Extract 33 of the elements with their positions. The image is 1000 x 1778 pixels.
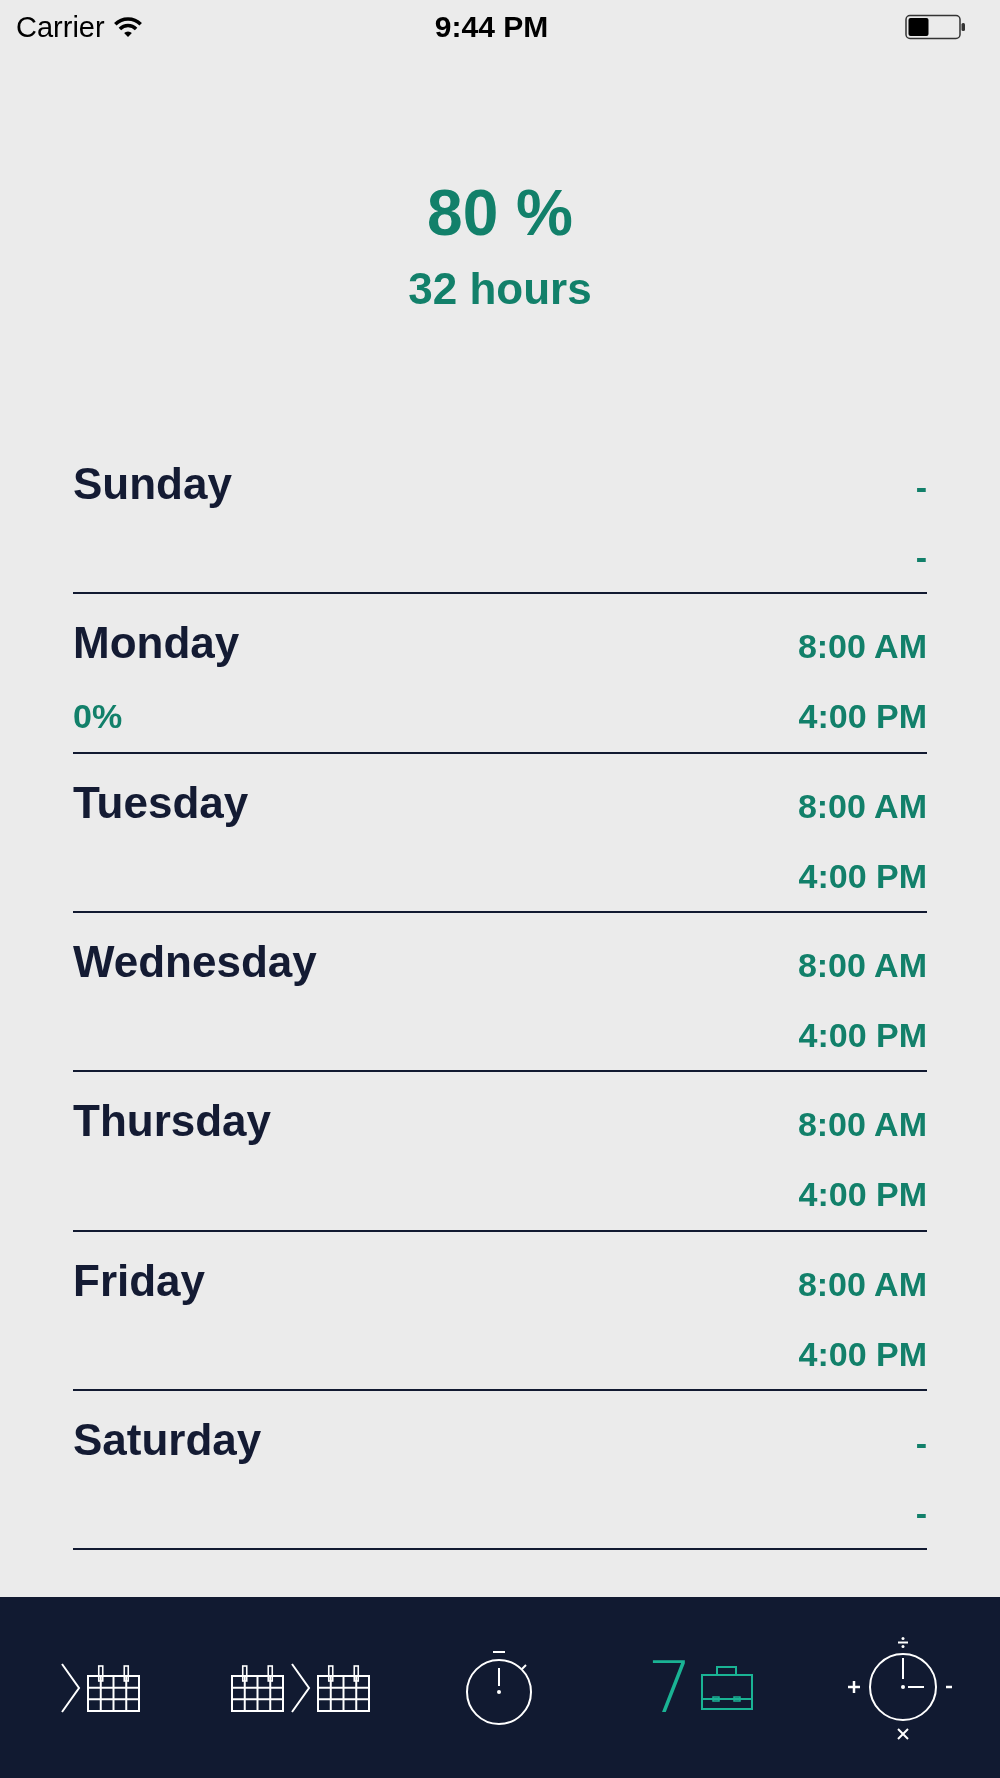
calendar-chevron-calendar-icon: [230, 1662, 370, 1713]
day-name: Tuesday: [73, 777, 249, 828]
start-time: 8:00 AM: [797, 945, 927, 985]
end-time: 4:00 PM: [798, 696, 927, 737]
start-time: -: [915, 467, 927, 507]
briefcase-icon: [700, 1665, 753, 1710]
start-time: 8:00 AM: [797, 785, 927, 826]
day-name: Thursday: [73, 1096, 272, 1147]
total-hours: 32 hours: [408, 264, 592, 314]
end-time: -: [915, 1492, 927, 1533]
end-time: 4:00 PM: [798, 855, 927, 896]
start-time: 8:00 AM: [797, 1104, 927, 1145]
battery-icon: [905, 13, 967, 40]
clock-time: 9:44 PM: [434, 9, 549, 44]
stopwatch-icon: [465, 1648, 535, 1727]
day-name: Saturday: [73, 1414, 262, 1465]
start-time: -: [915, 1422, 927, 1463]
end-time: 4:00 PM: [798, 1015, 927, 1055]
chevron-calendar-icon: [60, 1662, 140, 1713]
end-time: -: [915, 537, 927, 577]
wifi-icon: [112, 15, 143, 38]
day-name: Friday: [73, 1255, 206, 1306]
day-percent: 0%: [73, 696, 123, 737]
end-time: 4:00 PM: [798, 1333, 927, 1374]
total-percent: 80 %: [427, 176, 573, 250]
tab-button[interactable]: 7: [643, 1652, 757, 1723]
day-name: Monday: [73, 618, 240, 669]
day-name: Sunday: [73, 459, 232, 509]
end-time: 4:00 PM: [798, 1174, 927, 1215]
start-time: 8:00 AM: [797, 626, 927, 667]
day-name: Wednesday: [73, 937, 317, 987]
start-time: 8:00 AM: [797, 1263, 927, 1304]
carrier-label: Carrier: [16, 9, 105, 44]
